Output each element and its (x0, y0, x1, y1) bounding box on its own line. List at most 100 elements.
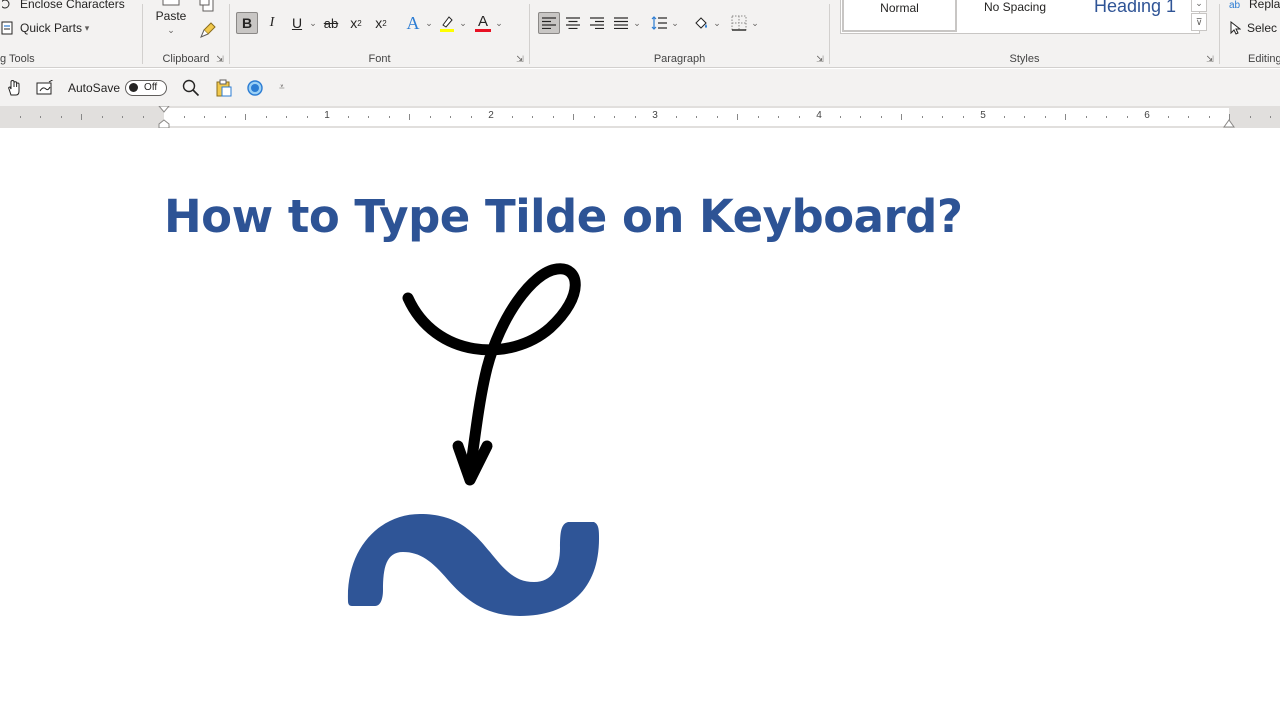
ruler-tick (1024, 116, 1025, 118)
dialog-launcher-icon[interactable]: ⇲ (1205, 54, 1215, 64)
ruler-tick (778, 116, 779, 118)
ruler-tick (1167, 116, 1169, 118)
chevron-down-icon[interactable]: ⌄ (424, 18, 434, 29)
enclose-characters-button[interactable]: Enclose Characters (0, 0, 125, 12)
ruler-tick (1003, 116, 1005, 118)
justify-icon (614, 17, 628, 29)
ribbon: Enclose Characters Quick Parts ▾ g Tools… (0, 0, 1280, 68)
borders-icon (731, 15, 747, 31)
paste-label: Paste (155, 9, 187, 23)
copy-button[interactable] (199, 0, 215, 14)
paste-button[interactable]: Paste ⌄ (151, 0, 191, 44)
customize-qat-button[interactable]: ⩡ (279, 69, 285, 106)
chevron-down-icon[interactable]: ⌄ (632, 18, 642, 29)
subscript-letter: x (350, 15, 358, 31)
quick-parts-label: Quick Parts (20, 21, 83, 35)
ruler-tick (675, 116, 677, 118)
styles-group-label: Styles (1009, 53, 1040, 65)
dialog-launcher-icon[interactable]: ⇲ (515, 54, 525, 64)
subscript-button[interactable]: x2 (345, 12, 367, 34)
document-page[interactable]: How to Type Tilde on Keyboard? (0, 128, 1280, 720)
ruler-tick (101, 116, 103, 118)
ruler-number: 6 (1144, 110, 1150, 121)
ruler-tick (122, 116, 123, 118)
ruler-tick (60, 116, 62, 118)
right-indent-marker[interactable] (1223, 118, 1235, 128)
font-color-button[interactable]: A (472, 12, 494, 34)
justify-button[interactable] (610, 12, 632, 34)
ruler-tick (347, 116, 349, 118)
ruler-tick (224, 116, 226, 118)
style-heading-1[interactable]: Heading 1 (1075, 0, 1195, 32)
ruler-number: 1 (324, 110, 330, 121)
paragraph-group-label: Paragraph (653, 53, 706, 65)
paragraph-group: ⌄ ⌄ ⌄ ⌄ Paragraph ⇲ (530, 0, 829, 67)
highlight-color-button[interactable] (436, 12, 458, 34)
style-normal-label: Normal (880, 1, 919, 15)
font-group: B I U ⌄ ab x2 x2 A ⌄ ⌄ A ⌄ Font ⇲ (230, 0, 529, 67)
ruler-tick (552, 116, 554, 118)
ruler-tick (1188, 116, 1189, 118)
align-right-button[interactable] (586, 12, 608, 34)
strikethrough-button[interactable]: ab (320, 12, 342, 34)
style-no-spacing[interactable]: No Spacing (960, 0, 1070, 32)
clipboard-group: Paste ⌄ Clipboard ⇲ (143, 0, 229, 67)
svg-text:ab: ab (1229, 0, 1241, 11)
ruler-tick (511, 116, 513, 118)
ruler-tick (716, 116, 718, 118)
chevron-down-icon[interactable]: ⌄ (712, 18, 722, 29)
borders-button[interactable] (728, 12, 750, 34)
select-button[interactable]: Selec (1229, 20, 1277, 36)
record-button[interactable] (246, 69, 264, 106)
line-spacing-icon (651, 16, 667, 30)
align-center-button[interactable] (562, 12, 584, 34)
paste-quick-button[interactable] (215, 69, 233, 106)
dialog-launcher-icon[interactable]: ⇲ (815, 54, 825, 64)
indent-marker[interactable] (157, 106, 171, 128)
ruler-tick (1085, 116, 1087, 118)
superscript-letter: x (375, 15, 383, 31)
circle-icon (247, 79, 263, 96)
dialog-launcher-icon[interactable]: ⇲ (215, 54, 225, 64)
align-right-icon (590, 17, 604, 29)
paragraph-row: ⌄ ⌄ ⌄ ⌄ (538, 11, 760, 35)
ruler-tick (634, 116, 636, 118)
bold-button[interactable]: B (236, 12, 258, 34)
autosave-toggle[interactable]: Off (125, 79, 168, 96)
style-normal[interactable]: Normal (842, 0, 957, 32)
enclose-characters-label: Enclose Characters (20, 0, 125, 11)
chevron-down-icon[interactable]: ⌄ (458, 18, 468, 29)
underline-button[interactable]: U (286, 12, 308, 34)
font-color-letter: A (477, 12, 488, 30)
italic-button[interactable]: I (261, 12, 283, 34)
ruler-tick (962, 116, 964, 118)
chevron-down-icon[interactable]: ⌄ (494, 18, 504, 29)
styles-more-button[interactable]: ⊽ (1191, 13, 1207, 31)
enclose-characters-icon (0, 0, 14, 9)
ruler-number: 2 (488, 110, 494, 121)
replace-button[interactable]: ab Repla (1229, 0, 1280, 12)
text-effects-button[interactable]: A (402, 12, 424, 34)
shading-button[interactable] (690, 12, 712, 34)
quick-parts-button[interactable]: Quick Parts ▾ (0, 20, 92, 36)
line-spacing-button[interactable] (648, 12, 670, 34)
style-no-spacing-label: No Spacing (983, 0, 1047, 14)
chevron-down-icon[interactable]: ⌄ (750, 18, 760, 29)
paste-icon (159, 0, 183, 8)
align-left-button[interactable] (538, 12, 560, 34)
search-button[interactable] (182, 69, 200, 106)
horizontal-ruler: 1 2 3 4 5 6 (0, 106, 1280, 128)
autosave-control[interactable]: AutoSave Off (68, 69, 168, 106)
superscript-button[interactable]: x2 (370, 12, 392, 34)
draw-button[interactable] (36, 69, 56, 106)
font-format-row: B I U ⌄ ab x2 x2 A ⌄ ⌄ A ⌄ (236, 11, 504, 35)
chevron-down-icon[interactable]: ⌄ (308, 18, 318, 29)
format-painter-button[interactable] (199, 20, 217, 40)
touch-mode-button[interactable] (6, 69, 22, 106)
styles-scroll-down-button[interactable]: ⌄ (1191, 0, 1207, 12)
chevron-down-icon[interactable]: ⌄ (670, 18, 680, 29)
tilde-illustration (347, 263, 600, 616)
replace-icon: ab (1229, 0, 1245, 11)
editing-group-label: Editing (1248, 53, 1280, 65)
ruler-tick (696, 116, 697, 118)
